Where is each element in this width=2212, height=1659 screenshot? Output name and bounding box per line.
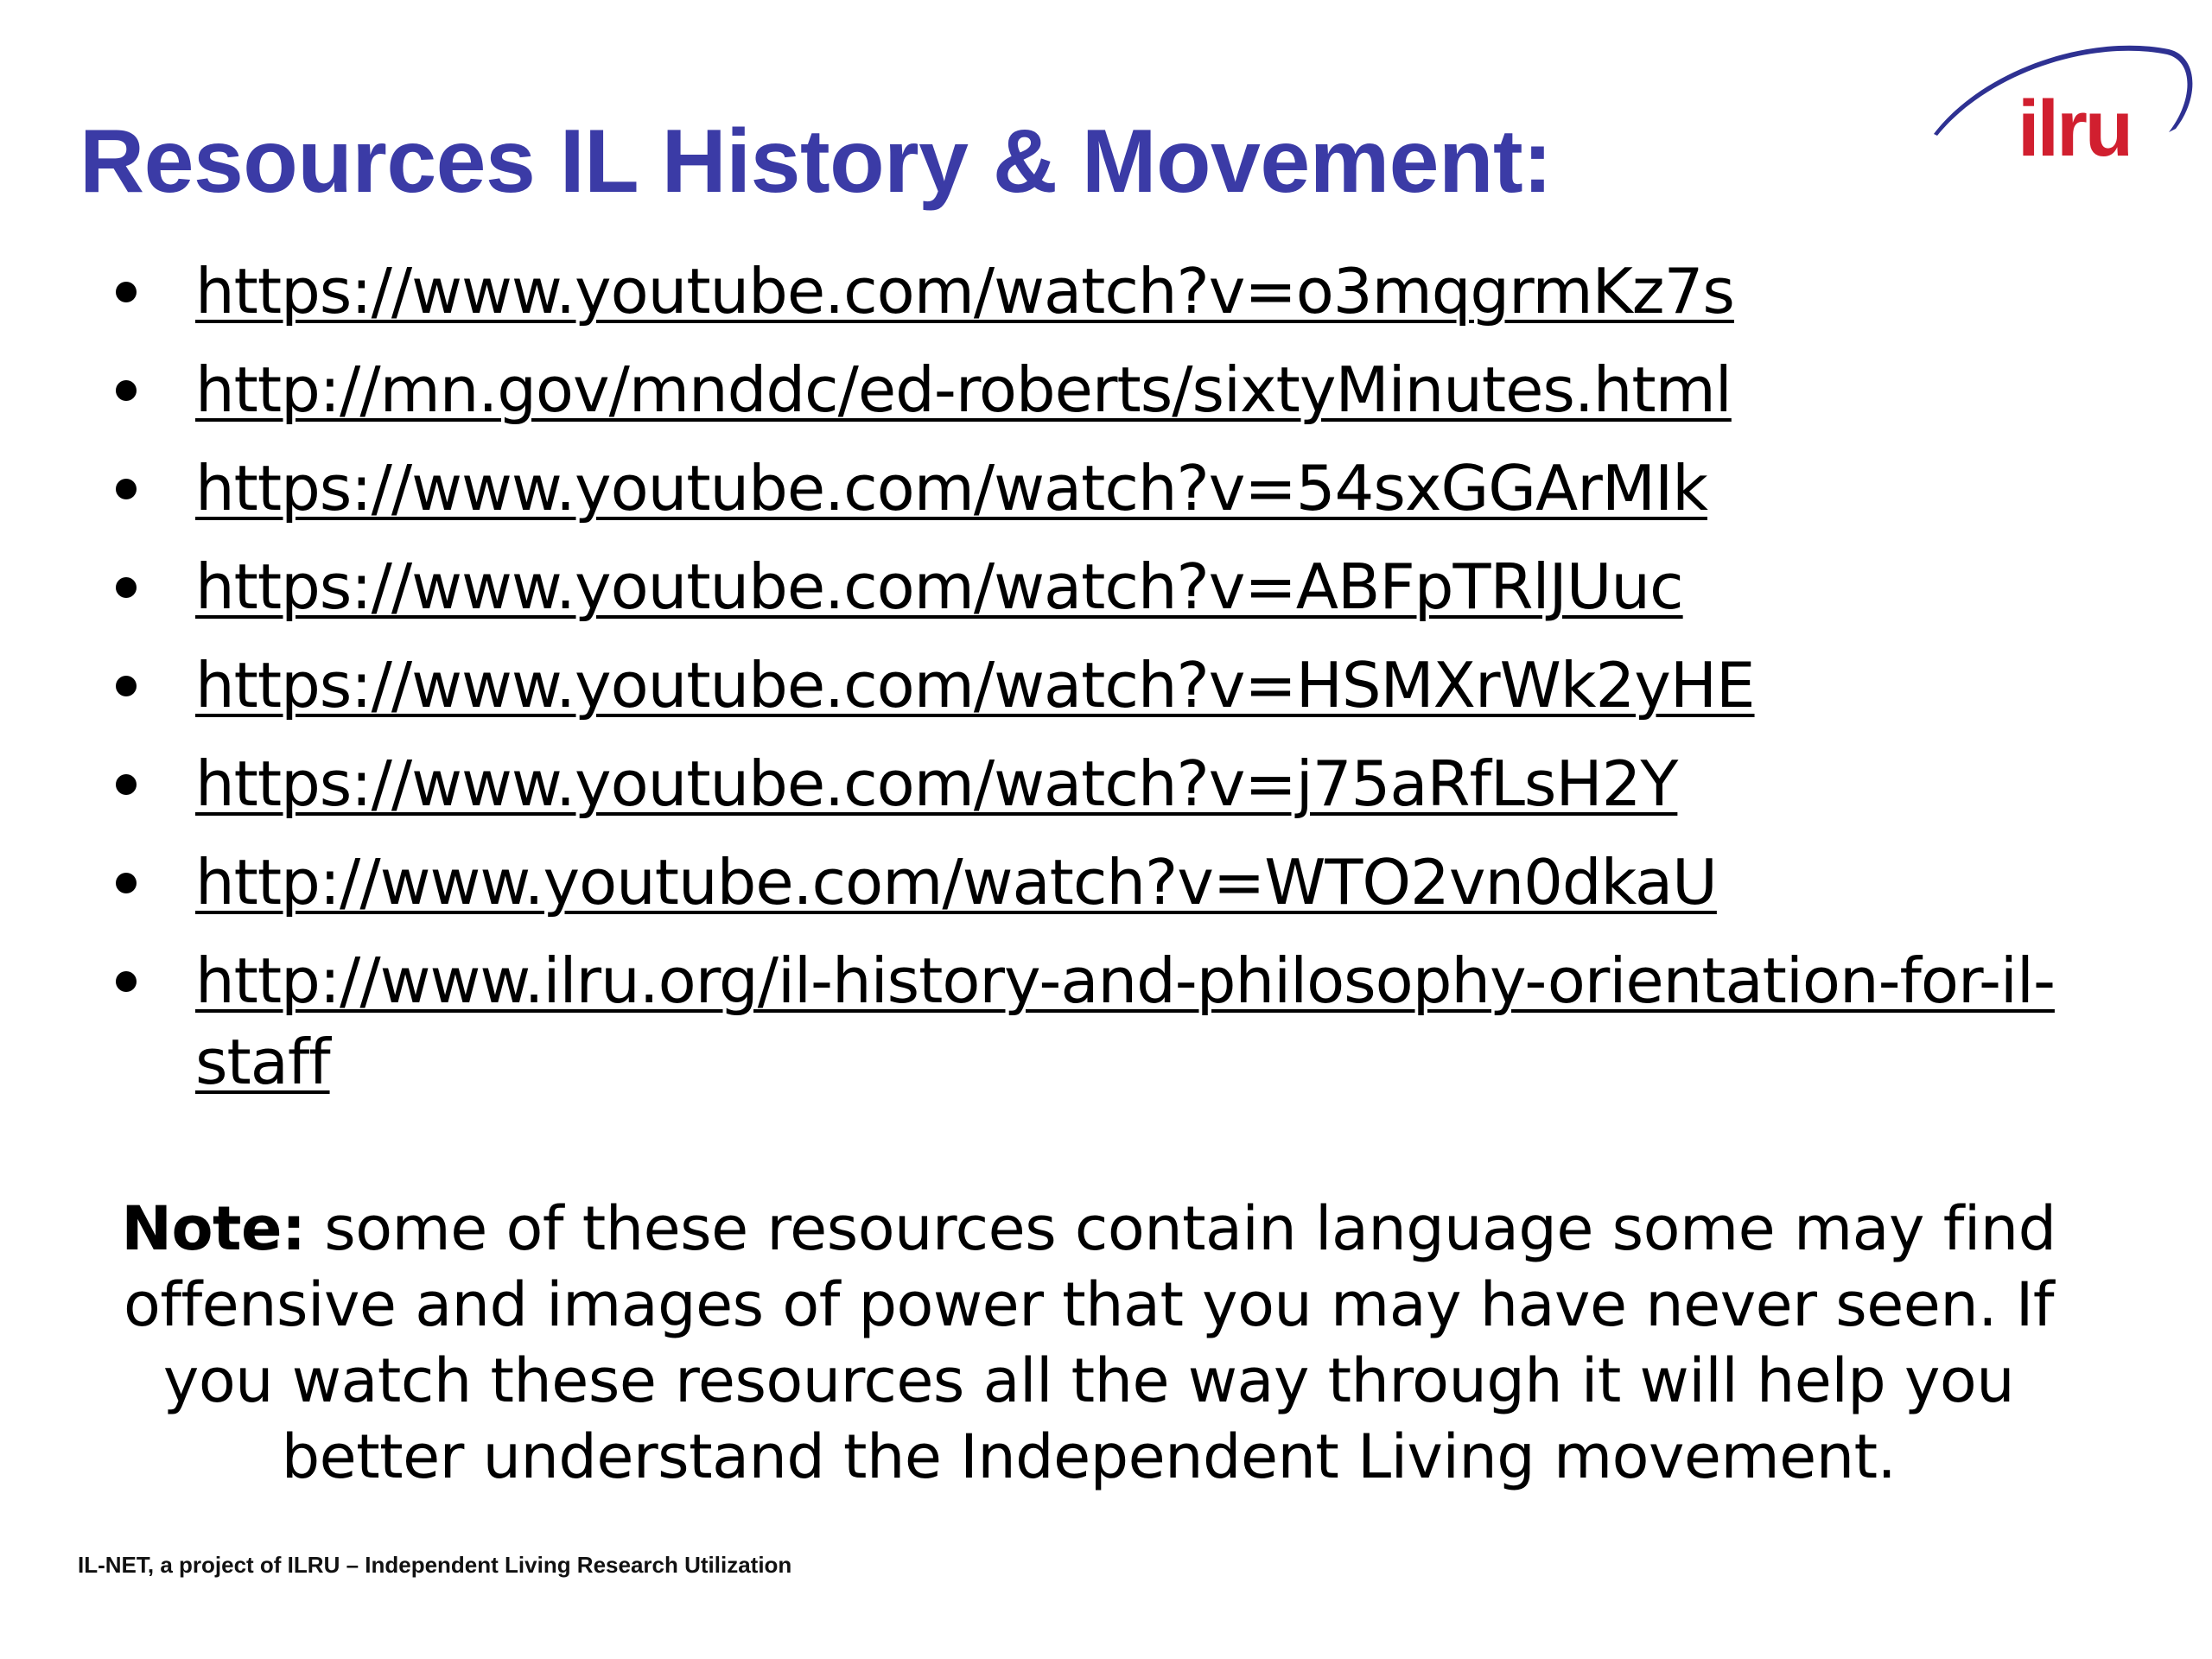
resource-link[interactable]: https://www.youtube.com/watch?v=j75aRfLs… bbox=[195, 747, 1678, 820]
bullet-icon bbox=[116, 479, 137, 499]
ilru-logo: ilru bbox=[1927, 39, 2195, 186]
bullet-icon bbox=[116, 873, 137, 893]
note-paragraph: Note: some of these resources contain la… bbox=[86, 1191, 2091, 1495]
resource-link[interactable]: https://www.youtube.com/watch?v=ABFpTRlJ… bbox=[195, 550, 1684, 623]
slide: Resources IL History & Movement: ilru ht… bbox=[0, 0, 2212, 1659]
list-item: https://www.youtube.com/watch?v=HSMXrWk2… bbox=[104, 645, 2074, 726]
resource-link[interactable]: https://www.youtube.com/watch?v=HSMXrWk2… bbox=[195, 649, 1756, 721]
slide-title: Resources IL History & Movement: bbox=[79, 111, 1553, 212]
bullet-icon bbox=[116, 380, 137, 401]
list-item: https://www.youtube.com/watch?v=j75aRfLs… bbox=[104, 743, 2074, 824]
bullet-icon bbox=[116, 971, 137, 992]
resource-link[interactable]: http://mn.gov/mnddc/ed-roberts/sixtyMinu… bbox=[195, 353, 1732, 426]
resource-link[interactable]: https://www.youtube.com/watch?v=o3mqgrmK… bbox=[195, 255, 1735, 327]
list-item: http://www.youtube.com/watch?v=WTO2vn0dk… bbox=[104, 842, 2074, 923]
note-text: some of these resources contain language… bbox=[124, 1193, 2056, 1492]
list-item: https://www.youtube.com/watch?v=o3mqgrmK… bbox=[104, 251, 2074, 332]
logo-text: ilru bbox=[2018, 85, 2133, 173]
list-item: https://www.youtube.com/watch?v=ABFpTRlJ… bbox=[104, 546, 2074, 627]
list-item: http://www.ilru.org/il-history-and-philo… bbox=[104, 940, 2074, 1103]
bullet-icon bbox=[116, 577, 137, 598]
bullet-icon bbox=[116, 282, 137, 302]
resource-link[interactable]: https://www.youtube.com/watch?v=54sxGGAr… bbox=[195, 452, 1708, 524]
bullet-icon bbox=[116, 774, 137, 795]
footer-credit: IL-NET, a project of ILRU – Independent … bbox=[78, 1552, 792, 1578]
bullet-icon bbox=[116, 676, 137, 696]
list-item: http://mn.gov/mnddc/ed-roberts/sixtyMinu… bbox=[104, 349, 2074, 430]
resource-link-list: https://www.youtube.com/watch?v=o3mqgrmK… bbox=[104, 251, 2074, 1120]
resource-link[interactable]: http://www.youtube.com/watch?v=WTO2vn0dk… bbox=[195, 846, 1718, 918]
note-label: Note: bbox=[121, 1193, 306, 1264]
resource-link[interactable]: http://www.ilru.org/il-history-and-philo… bbox=[195, 944, 2056, 1098]
list-item: https://www.youtube.com/watch?v=54sxGGAr… bbox=[104, 448, 2074, 529]
